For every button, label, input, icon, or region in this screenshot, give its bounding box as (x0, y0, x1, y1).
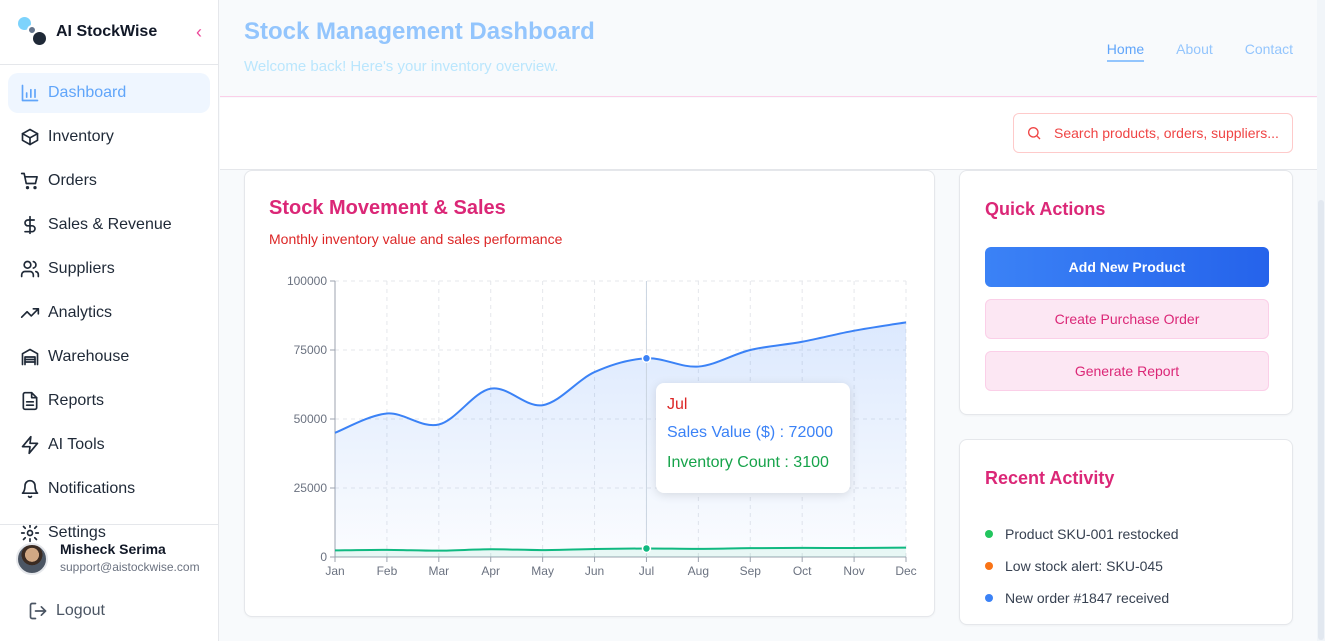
sidebar-item-label: Sales & Revenue (48, 216, 172, 233)
x-tick-label: Feb (377, 564, 398, 578)
brand-name: AI StockWise (56, 23, 158, 40)
top-nav: Home About Contact (1106, 41, 1293, 62)
quick-actions-title: Quick Actions (985, 199, 1106, 219)
list-item: New order #1847 received (985, 582, 1275, 614)
sidebar-item-notifications[interactable]: Notifications (8, 469, 210, 509)
page-header: Stock Management Dashboard Welcome back!… (220, 0, 1317, 97)
sidebar-item-sales-revenue[interactable]: Sales & Revenue (8, 205, 210, 245)
user-name: Misheck Serima (60, 541, 166, 557)
package-icon (20, 127, 40, 147)
page-subtitle: Welcome back! Here's your inventory over… (244, 58, 559, 75)
nav-link-home[interactable]: Home (1106, 41, 1145, 62)
activity-list: Product SKU-001 restocked Low stock aler… (985, 518, 1275, 614)
x-tick-label: Mar (428, 564, 449, 578)
logo-icon (18, 17, 48, 47)
sidebar-item-label: AI Tools (48, 436, 105, 453)
x-tick-label: Jan (325, 564, 344, 578)
x-tick-label: Nov (843, 564, 864, 578)
sidebar-item-label: Orders (48, 172, 97, 189)
bell-icon (20, 479, 40, 499)
sidebar-item-suppliers[interactable]: Suppliers (8, 249, 210, 289)
x-tick-label: May (531, 564, 554, 578)
sidebar-item-warehouse[interactable]: Warehouse (8, 337, 210, 377)
avatar (16, 543, 48, 575)
sidebar-item-label: Analytics (48, 304, 113, 321)
x-tick-label: Jun (585, 564, 604, 578)
user-profile[interactable]: Misheck Serima support@aistockwise.com (0, 524, 219, 575)
sidebar-item-label: Inventory (48, 128, 114, 145)
activity-text: Low stock alert: SKU-045 (1005, 558, 1163, 574)
search-icon (1028, 127, 1041, 140)
users-icon (20, 259, 40, 279)
add-new-product-button[interactable]: Add New Product (985, 247, 1269, 287)
collapse-sidebar-icon[interactable]: ‹ (196, 22, 202, 43)
trending-up-icon (20, 303, 40, 323)
scroll-thumb[interactable] (1318, 200, 1324, 640)
x-tick-label: Aug (688, 564, 709, 578)
x-tick-label: Oct (793, 564, 812, 578)
page-scrollbar[interactable] (1317, 0, 1325, 641)
chart-tooltip: Jul Sales Value ($) : 72000 Inventory Co… (656, 383, 850, 493)
search-bar-row (220, 98, 1317, 170)
create-purchase-order-button[interactable]: Create Purchase Order (985, 299, 1269, 339)
sidebar-item-inventory[interactable]: Inventory (8, 117, 210, 157)
quick-actions-card: Quick Actions Add New Product Create Pur… (959, 170, 1293, 415)
sidebar-item-label: Dashboard (48, 84, 127, 101)
search-box[interactable] (1013, 113, 1293, 153)
active-point-1 (641, 543, 652, 554)
user-email: support@aistockwise.com (60, 560, 200, 574)
warehouse-icon (20, 347, 40, 367)
y-tick-label: 25000 (294, 481, 328, 495)
sidebar-item-ai-tools[interactable]: AI Tools (8, 425, 210, 465)
brand: AI StockWise ‹ (0, 0, 218, 65)
zap-icon (20, 435, 40, 455)
search-input[interactable] (1054, 125, 1284, 141)
x-tick-label: Sep (740, 564, 762, 578)
y-tick-label: 0 (320, 550, 327, 564)
recent-activity-card: Recent Activity Product SKU-001 restocke… (959, 439, 1293, 625)
list-item: Low stock alert: SKU-045 (985, 550, 1275, 582)
sidebar-item-dashboard[interactable]: Dashboard (8, 73, 210, 113)
tooltip-sales-value: Sales Value ($) : 72000 (667, 424, 834, 441)
nav-link-contact[interactable]: Contact (1245, 41, 1293, 62)
y-tick-label: 75000 (294, 343, 328, 357)
stock-movement-chart-card: Stock Movement & Sales Monthly inventory… (244, 170, 935, 617)
x-tick-label: Apr (481, 564, 500, 578)
sidebar: AI StockWise ‹ Dashboard Inventory Order… (0, 0, 219, 641)
sidebar-item-label: Warehouse (48, 348, 130, 365)
sidebar-item-label: Suppliers (48, 260, 115, 277)
status-dot (985, 594, 993, 602)
activity-text: New order #1847 received (1005, 590, 1170, 606)
sidebar-item-analytics[interactable]: Analytics (8, 293, 210, 333)
tooltip-inventory-count: Inventory Count : 3100 (667, 454, 829, 471)
generate-report-button[interactable]: Generate Report (985, 351, 1269, 391)
sidebar-item-label: Reports (48, 392, 105, 409)
y-tick-label: 50000 (294, 412, 328, 426)
recent-activity-title: Recent Activity (985, 468, 1115, 488)
activity-text: Product SKU-001 restocked (1005, 526, 1179, 542)
list-item: Product SKU-001 restocked (985, 518, 1275, 550)
y-tick-label: 100000 (287, 274, 327, 288)
status-dot (985, 530, 993, 538)
logout-button[interactable]: Logout (28, 601, 105, 621)
logout-label: Logout (56, 602, 105, 619)
active-point-0 (641, 353, 652, 364)
sidebar-item-orders[interactable]: Orders (8, 161, 210, 201)
x-tick-label: Dec (895, 564, 916, 578)
sidebar-nav: Dashboard Inventory Orders Sales & Reven… (0, 65, 218, 553)
bar-chart-icon (20, 83, 40, 103)
x-tick-label: Jul (639, 564, 654, 578)
page-title: Stock Management Dashboard (244, 18, 595, 45)
sidebar-item-reports[interactable]: Reports (8, 381, 210, 421)
status-dot (985, 562, 993, 570)
sidebar-item-label: Notifications (48, 480, 136, 497)
logout-icon (29, 602, 47, 620)
file-text-icon (20, 391, 40, 411)
cart-icon (20, 171, 40, 191)
tooltip-month: Jul (667, 396, 688, 413)
nav-link-about[interactable]: About (1176, 41, 1213, 62)
dollar-icon (20, 215, 40, 235)
